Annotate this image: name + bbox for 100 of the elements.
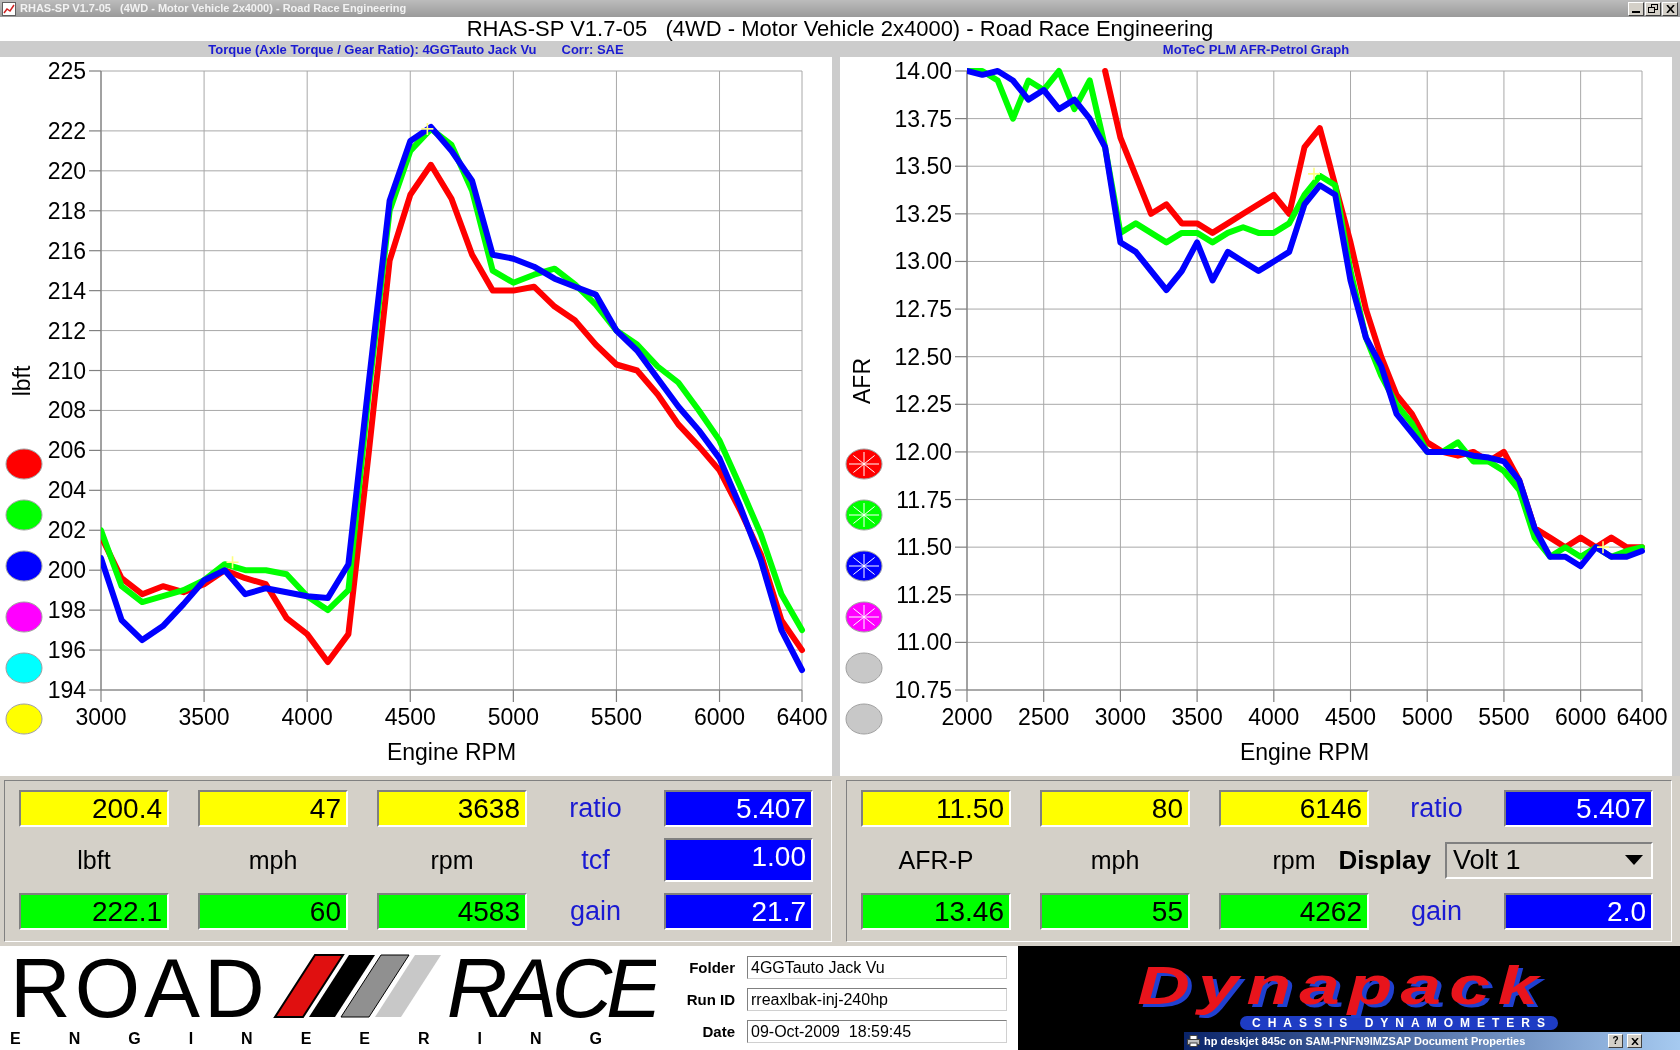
info-field[interactable]: 4GGTauto Jack Vu [747,956,1007,979]
x-tick-label: 5000 [487,704,539,730]
restore-icon [1648,4,1658,13]
display-label: Display [1338,844,1431,876]
x-axis-title: Engine RPM [1239,739,1370,765]
close-button[interactable] [1627,1034,1642,1048]
y-tick-label: 14.00 [894,58,952,84]
x-axis-title: Engine RPM [386,739,517,765]
unit-label: mph [1090,845,1140,875]
readout-field: 80 [1040,790,1190,827]
x-tick-label: 4000 [281,704,333,730]
sponsor-tagline: CHASSIS DYNAMOMETERS [1240,1016,1558,1030]
y-tick-label: 220 [47,157,86,184]
parameter-label: gain [1410,896,1462,927]
readout-field: 200.4 [19,790,169,827]
chart-heading: MoTeC PLM AFR-Petrol Graph [1162,41,1350,57]
y-tick-label: 212 [47,317,86,344]
y-tick-label: 208 [47,397,86,424]
y-tick-label: 13.25 [894,200,952,227]
info-field[interactable]: 09-Oct-2009 18:59:45 [747,1020,1007,1043]
x-tick-label: 5500 [590,704,643,730]
y-tick-label: 12.25 [894,391,952,418]
y-tick-label: 214 [47,277,86,304]
window-title: hp deskjet 845c on SAM-PNFN9IMZSAP Document Properties [1204,1035,1526,1047]
y-tick-label: 13.50 [894,153,952,180]
x-tick-label: 3000 [75,704,127,730]
info-field[interactable]: rreaxlbak-inj-240hp [747,988,1007,1011]
y-tick-label: 204 [47,477,86,504]
parameter-field: 2.0 [1504,893,1653,930]
x-tick-label: 5500 [1478,704,1530,730]
parameter-label: ratio [569,793,622,824]
logo-tagline: ENGINEERING [10,1030,650,1048]
chart-heading: Corr: SAE [561,41,624,57]
x-tick-label: 3000 [1094,704,1146,730]
x-tick-label: 5000 [1401,704,1453,730]
restore-button[interactable] [1645,1,1661,16]
y-tick-label: 216 [47,237,86,264]
y-axis-title: lbft [9,365,35,397]
x-tick-label: 3500 [1171,704,1223,730]
y-tick-label: 194 [47,677,86,703]
y-tick-label: 200 [47,557,86,584]
x-tick-label: 2500 [1018,704,1070,730]
display-dropdown[interactable]: Volt 1 [1445,841,1653,879]
readout-field: 47 [198,790,348,827]
readout-field: 3638 [377,790,527,827]
minimize-icon [1632,10,1640,13]
x-tick-label: 4500 [384,704,436,730]
x-tick-label: 6000 [693,704,746,730]
y-tick-label: 11.50 [896,534,952,561]
app-title: RHAS-SP V1.7-05 (4WD - Motor Vehicle 2x4000) - Road Race Engineering [466,17,1214,41]
parameter-field: 5.407 [1504,790,1653,827]
parameter-label: gain [569,896,621,927]
logo-text: RACE [446,954,657,1022]
parameter-field: 21.7 [664,893,813,930]
y-tick-label: 12.75 [894,296,952,323]
unit-label: rpm [430,845,474,875]
y-tick-label: 210 [47,357,86,384]
window-title: RHAS-SP V1.7-05 (4WD - Motor Vehicle 2x4000) - Road Race Engineering [20,2,407,15]
readout-field: 60 [198,893,348,930]
close-button[interactable] [1662,1,1678,16]
y-tick-label: 202 [47,517,86,544]
slash-stripes-icon [272,954,443,1018]
y-tick-label: 11.25 [896,581,952,608]
y-tick-label: 198 [47,597,86,624]
help-button[interactable]: ? [1608,1034,1623,1048]
readout-field: 55 [1040,893,1190,930]
y-tick-label: 222 [47,117,86,144]
y-axis-title: AFR [849,358,875,404]
readout-field: 13.46 [861,893,1011,930]
y-tick-label: 13.75 [894,105,952,132]
parameter-label: tcf [581,844,610,876]
x-tick-label: 3500 [178,704,230,730]
y-tick-label: 206 [47,437,86,464]
unit-label: rpm [1272,845,1316,875]
parameter-field: 1.00 [664,838,813,882]
field-label: Folder [688,959,735,976]
readout-field: 11.50 [861,790,1011,827]
y-tick-label: 11.00 [896,629,952,656]
x-tick-label: 6400 [776,704,828,730]
cursor-crosshair-icon [225,555,240,569]
x-tick-label: 4000 [1248,704,1300,730]
readout-field: 222.1 [19,893,169,930]
x-tick-label: 6400 [1616,704,1668,730]
y-tick-label: 218 [47,197,86,224]
unit-label: mph [248,845,298,875]
y-tick-label: 11.75 [896,486,952,513]
parameter-label: ratio [1410,793,1463,824]
minimize-button[interactable] [1628,1,1644,16]
readout-field: 4583 [377,893,527,930]
y-tick-label: 196 [47,637,86,664]
field-label: Date [701,1023,735,1040]
y-tick-label: 13.00 [894,248,952,275]
close-icon [1665,4,1675,13]
logo-text: ROAD [10,954,269,1022]
y-tick-label: 10.75 [894,677,952,703]
y-tick-label: 12.50 [894,343,952,370]
cursor-crosshair-icon [1596,540,1610,554]
caret-icon [1625,855,1643,865]
x-tick-label: 2000 [941,704,993,730]
chart-heading: Torque (Axle Torque / Gear Ratio): 4GGTauto Jack Vu [208,41,537,57]
